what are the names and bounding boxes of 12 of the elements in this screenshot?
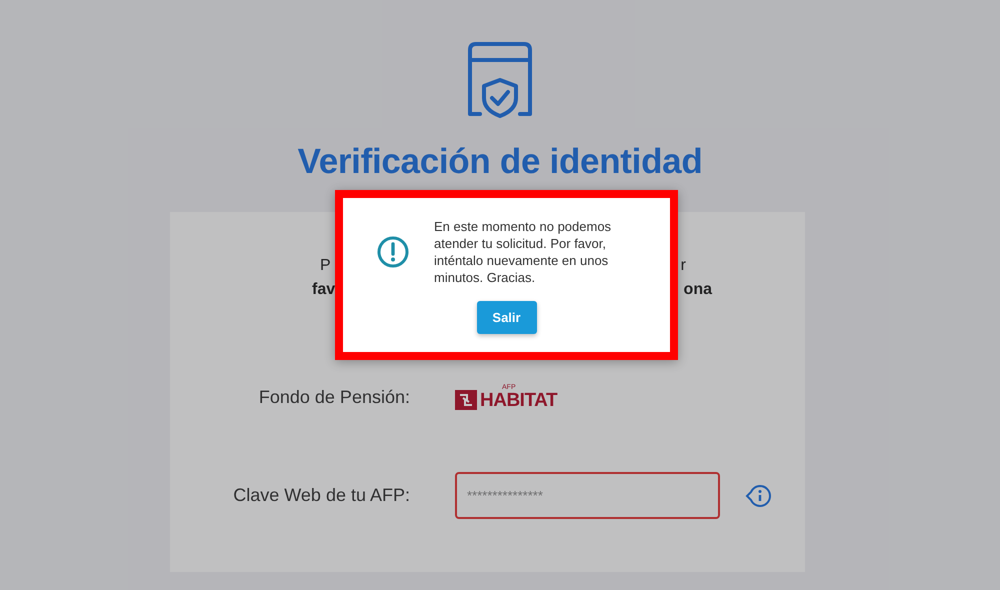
alert-icon — [376, 235, 410, 269]
intro-text: P — [320, 256, 331, 276]
field-label: Clave Web de tu AFP: — [232, 485, 410, 506]
intro-text: ona — [684, 280, 712, 300]
page-title: Verificación de identidad — [298, 142, 702, 182]
intro-text: fav — [312, 280, 336, 300]
info-icon[interactable] — [745, 482, 771, 508]
intro-text: r — [680, 256, 686, 276]
alert-message: En este momento no podemos atender tu solicitud. Por favor, inténtalo nuevamente en unos minutos. Gracias. — [434, 218, 612, 286]
password-field[interactable]: *************** — [455, 472, 720, 519]
field-label: Fondo de Pensión: — [258, 386, 410, 408]
exit-button[interactable]: Salir — [476, 301, 536, 334]
